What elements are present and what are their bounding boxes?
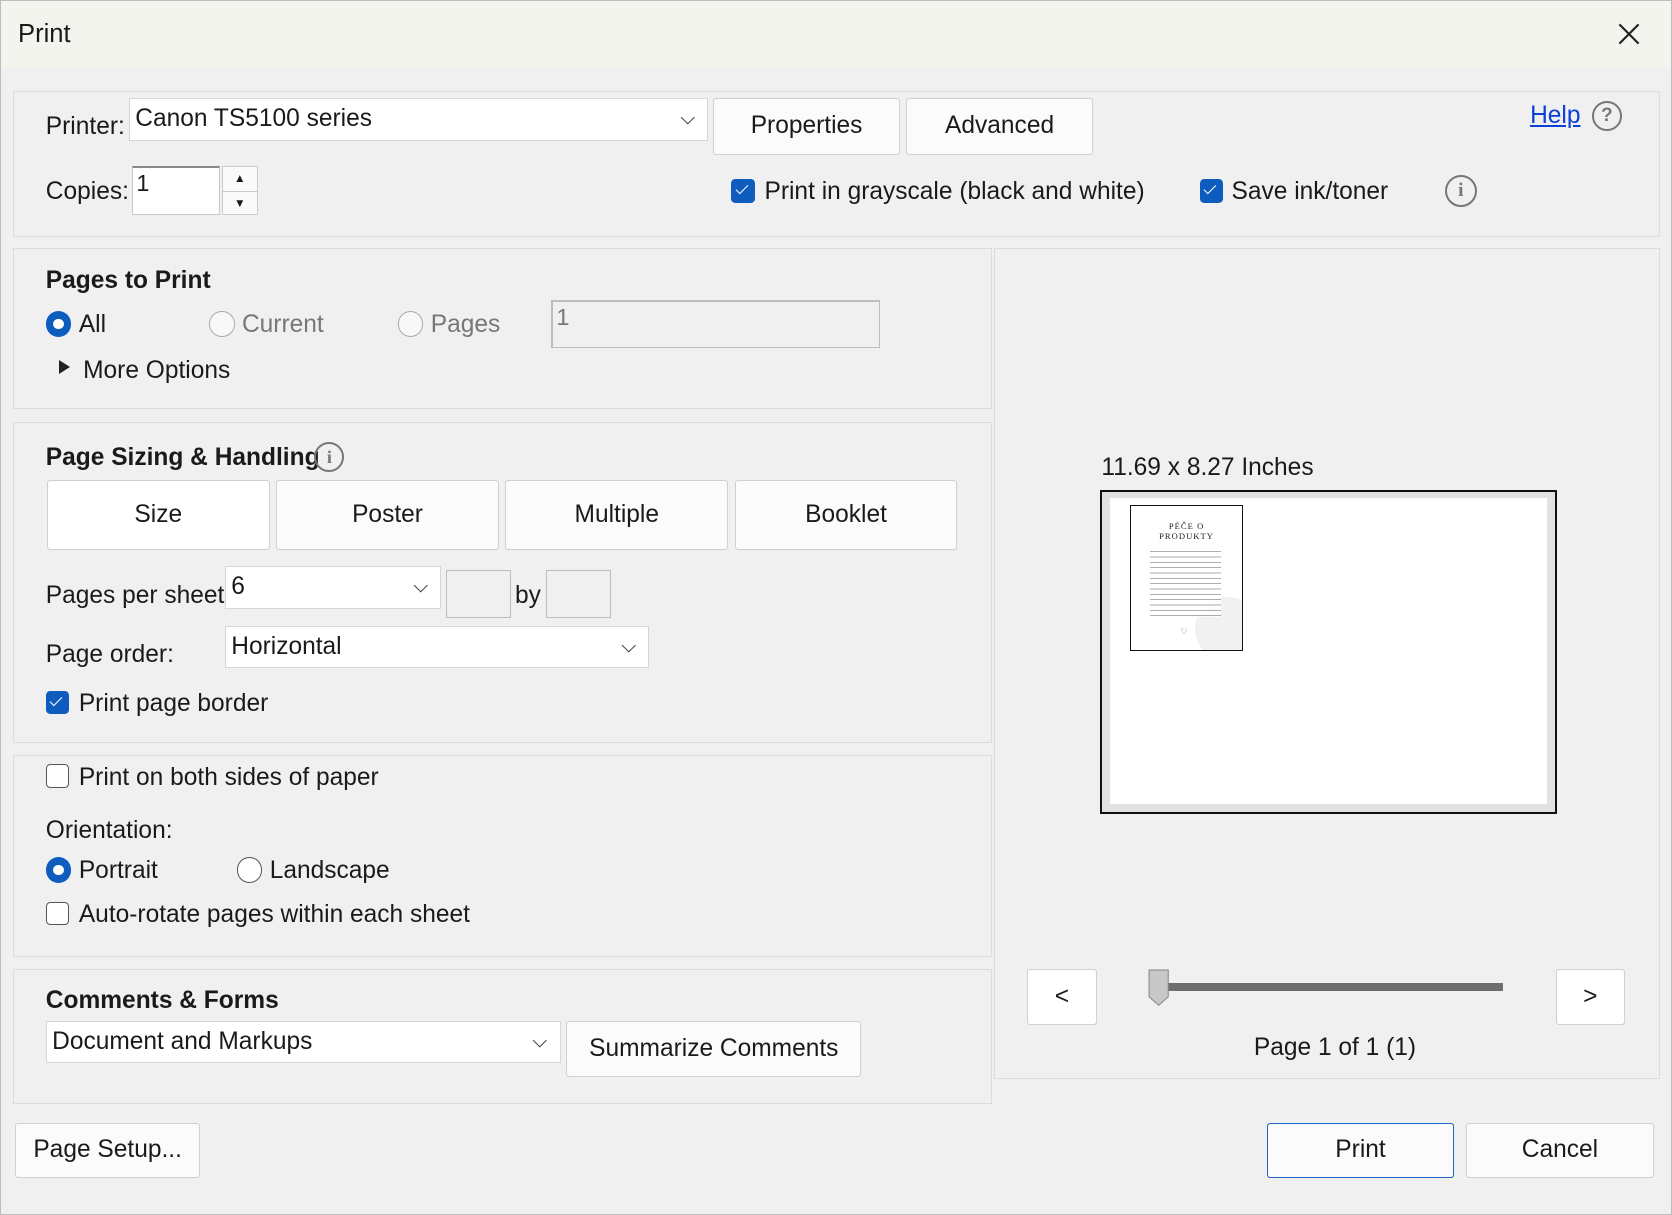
pages-per-sheet-value: 6 — [231, 573, 245, 601]
sheet-preview: PÉČE O PRODUKTY ♡ — [1100, 490, 1557, 814]
dialog-title: Print — [18, 20, 71, 49]
tab-booklet[interactable]: Booklet — [734, 479, 958, 551]
pages-label: Pages — [430, 311, 501, 339]
page-thumbnail: PÉČE O PRODUKTY ♡ — [1130, 505, 1244, 652]
columns-input[interactable] — [445, 570, 511, 619]
summarize-comments-button[interactable]: Summarize Comments — [566, 1021, 862, 1077]
copies-label: Copies: — [45, 178, 129, 206]
grayscale-checkbox[interactable] — [731, 179, 755, 203]
page-slider-track[interactable] — [1157, 983, 1504, 991]
help-icon[interactable]: ? — [1591, 101, 1622, 132]
current-label: Current — [241, 311, 324, 339]
page-status: Page 1 of 1 (1) — [1253, 1034, 1417, 1062]
autorotate-checkbox[interactable] — [45, 902, 70, 926]
title-bar — [1, 1, 1671, 68]
tab-multiple[interactable]: Multiple — [505, 479, 729, 551]
pages-per-sheet-label: Pages per sheet: — [45, 582, 232, 610]
print-dialog: Print Printer: Canon TS5100 series Prope… — [0, 0, 1672, 1215]
comments-select[interactable]: Document and Markups — [45, 1021, 561, 1064]
save-ink-checkbox[interactable] — [1199, 179, 1223, 203]
radio-current[interactable] — [208, 311, 235, 337]
autorotate-label: Auto-rotate pages within each sheet — [78, 901, 470, 929]
page-order-label: Page order: — [45, 640, 174, 668]
page-setup-button[interactable]: Page Setup... — [14, 1122, 201, 1179]
cancel-button[interactable]: Cancel — [1466, 1122, 1654, 1179]
copies-input[interactable]: 1 — [132, 166, 220, 216]
thumbnail-text-lines — [1150, 548, 1221, 618]
thumbnail-title-2: PRODUKTY — [1159, 530, 1215, 541]
next-page-button[interactable]: > — [1555, 969, 1625, 1025]
more-options-toggle[interactable]: More Options — [83, 359, 230, 384]
page-sizing-heading: Page Sizing & Handling — [45, 443, 320, 471]
printer-value: Canon TS5100 series — [135, 105, 372, 133]
both-sides-label: Print on both sides of paper — [78, 763, 379, 791]
stepper-up-icon[interactable]: ▲ — [222, 167, 257, 192]
chevron-down-icon — [680, 110, 695, 125]
save-ink-label: Save ink/toner — [1231, 178, 1389, 206]
advanced-button[interactable]: Advanced — [906, 98, 1093, 155]
expand-triangle-icon[interactable] — [58, 360, 70, 375]
pages-to-print-heading: Pages to Print — [45, 266, 211, 294]
both-sides-checkbox[interactable] — [45, 764, 70, 788]
radio-landscape[interactable] — [236, 857, 263, 883]
landscape-label: Landscape — [269, 857, 390, 885]
tab-size[interactable]: Size — [46, 479, 270, 551]
page-slider-thumb[interactable] — [1148, 969, 1170, 1007]
page-order-value: Horizontal — [231, 633, 342, 661]
pages-range-input[interactable]: 1 — [551, 299, 880, 348]
radio-portrait[interactable] — [45, 857, 72, 883]
print-button[interactable]: Print — [1266, 1122, 1455, 1179]
page-border-checkbox[interactable] — [45, 690, 70, 715]
portrait-label: Portrait — [78, 857, 158, 885]
close-icon[interactable] — [1613, 18, 1645, 50]
copies-stepper[interactable]: ▲ ▼ — [221, 166, 258, 216]
chevron-down-icon — [413, 578, 428, 593]
comments-value: Document and Markups — [52, 1028, 313, 1056]
pages-per-sheet-select[interactable]: 6 — [224, 566, 442, 609]
page-border-label: Print page border — [78, 689, 269, 717]
all-label: All — [78, 311, 107, 339]
stepper-down-icon[interactable]: ▼ — [223, 192, 257, 215]
prev-page-button[interactable]: < — [1026, 969, 1098, 1025]
chevron-down-icon — [533, 1033, 547, 1048]
heart-icon: ♡ — [1180, 625, 1188, 636]
chevron-down-icon — [621, 638, 636, 652]
comments-heading: Comments & Forms — [45, 987, 279, 1015]
thumbnail-title-1: PÉČE O — [1168, 521, 1205, 532]
printer-label: Printer: — [45, 113, 125, 141]
properties-button[interactable]: Properties — [713, 98, 900, 155]
orientation-label: Orientation: — [45, 816, 173, 844]
paper-size-label: 11.69 x 8.27 Inches — [1101, 454, 1314, 482]
rows-input[interactable] — [545, 570, 611, 619]
radio-all[interactable] — [45, 311, 72, 337]
radio-pages[interactable] — [397, 311, 424, 337]
printer-select[interactable]: Canon TS5100 series — [128, 98, 708, 141]
help-link[interactable]: Help — [1530, 104, 1580, 129]
by-label: by — [514, 582, 541, 610]
grayscale-label: Print in grayscale (black and white) — [764, 178, 1145, 206]
page-order-select[interactable]: Horizontal — [224, 625, 650, 669]
tab-poster[interactable]: Poster — [276, 479, 499, 551]
info-icon[interactable]: i — [1444, 174, 1477, 207]
